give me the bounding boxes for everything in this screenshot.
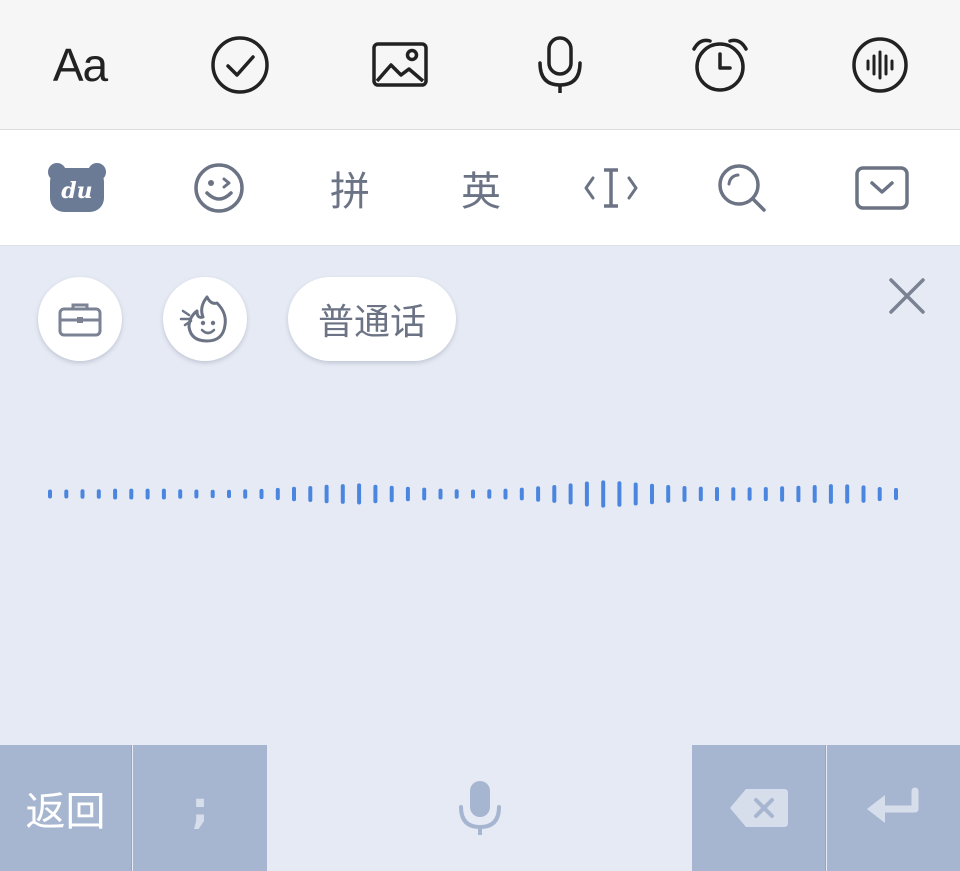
enter-key[interactable] — [827, 745, 960, 871]
hide-keyboard-icon — [855, 166, 909, 210]
wave-bar — [275, 487, 280, 501]
check-button[interactable] — [200, 25, 280, 105]
delete-key[interactable] — [692, 745, 826, 871]
wave-bar — [145, 488, 150, 500]
microphone-icon — [538, 36, 582, 93]
wave-bar — [780, 486, 785, 502]
wave-bar — [617, 481, 622, 507]
wave-bar — [503, 488, 508, 500]
wave-bar — [861, 485, 866, 503]
wave-bar — [357, 483, 362, 505]
du-logo-text: du — [61, 178, 92, 204]
wave-bar — [650, 483, 654, 505]
bottom-key-row: 返回 ; — [0, 745, 960, 871]
back-key-label: 返回 — [25, 789, 106, 835]
keyboard-toolbar: du 拼 英 — [0, 130, 960, 246]
emoji-button[interactable] — [179, 148, 259, 228]
wave-bar — [340, 484, 345, 504]
wave-bar — [259, 488, 264, 500]
wave-bar — [454, 489, 459, 499]
wave-bar — [227, 489, 231, 499]
wave-bar — [113, 488, 118, 500]
wave-bar — [324, 484, 329, 504]
image-icon — [372, 42, 428, 87]
wave-bar — [568, 483, 573, 505]
hide-keyboard-button[interactable] — [842, 148, 922, 228]
alarm-button[interactable] — [680, 25, 760, 105]
wave-bar — [812, 485, 817, 503]
wave-bar — [715, 487, 719, 502]
emoji-icon — [194, 163, 244, 213]
wave-bar — [129, 488, 134, 500]
wave-bar — [536, 486, 541, 502]
check-circle-icon — [211, 36, 269, 94]
wave-bar — [471, 489, 475, 499]
wave-bar — [48, 489, 52, 499]
english-button[interactable]: 英 — [441, 148, 521, 228]
wave-bar — [373, 484, 378, 504]
pinyin-label: 拼 — [330, 169, 370, 215]
wave-bar — [796, 485, 801, 503]
wave-bar — [747, 487, 752, 501]
wave-bar — [194, 489, 199, 499]
wave-bar — [308, 486, 313, 502]
search-button[interactable] — [702, 148, 782, 228]
voice-wave-button[interactable] — [840, 25, 920, 105]
enter-icon — [866, 787, 918, 823]
top-toolbar: Aa — [0, 0, 960, 130]
font-label: Aa — [52, 39, 108, 91]
wave-bar — [633, 482, 638, 506]
wave-bar — [519, 487, 524, 501]
wave-bar — [894, 487, 898, 501]
wave-bar — [292, 486, 296, 502]
wave-bar — [698, 486, 703, 502]
wave-bar — [666, 485, 671, 503]
wave-bar — [731, 487, 736, 501]
alarm-clock-icon — [692, 38, 748, 92]
voice-waveform — [48, 480, 898, 508]
wave-bar — [584, 481, 589, 507]
pinyin-button[interactable]: 拼 — [310, 148, 390, 228]
wave-bar — [845, 484, 850, 504]
search-icon — [718, 164, 766, 212]
wave-bar — [601, 480, 606, 508]
wave-bar — [763, 487, 768, 502]
wave-bar — [178, 489, 183, 499]
wave-bar — [682, 486, 687, 502]
wave-bar — [243, 489, 248, 499]
wave-bar — [828, 484, 833, 504]
wave-bar — [161, 488, 166, 500]
wave-bar — [877, 487, 882, 502]
font-button[interactable]: Aa — [40, 25, 120, 105]
wave-bar — [422, 487, 427, 501]
wave-bar — [64, 489, 69, 499]
du-bear-logo-icon: du — [48, 163, 106, 212]
semicolon-key-label: ; — [191, 782, 209, 834]
backspace-icon — [729, 789, 788, 827]
english-label: 英 — [461, 169, 501, 215]
back-key[interactable]: 返回 — [0, 745, 132, 871]
microphone-icon — [458, 781, 501, 835]
wave-bar — [552, 485, 557, 503]
voice-wave-icon — [852, 37, 908, 93]
semicolon-key[interactable]: ; — [133, 745, 267, 871]
cursor-button[interactable] — [571, 148, 651, 228]
wave-bar — [389, 485, 394, 503]
microphone-button[interactable] — [520, 25, 600, 105]
wave-bar — [405, 486, 410, 502]
wave-bar — [487, 489, 492, 499]
wave-bar — [80, 489, 85, 499]
cursor-move-icon — [584, 168, 638, 208]
wave-bar — [96, 489, 101, 499]
image-button[interactable] — [360, 25, 440, 105]
wave-bar — [210, 489, 215, 499]
voice-input-panel: 普通话 — [0, 246, 960, 745]
wave-bar — [438, 488, 443, 500]
voice-mic-key[interactable] — [267, 745, 692, 871]
du-logo-button[interactable]: du — [37, 148, 117, 228]
